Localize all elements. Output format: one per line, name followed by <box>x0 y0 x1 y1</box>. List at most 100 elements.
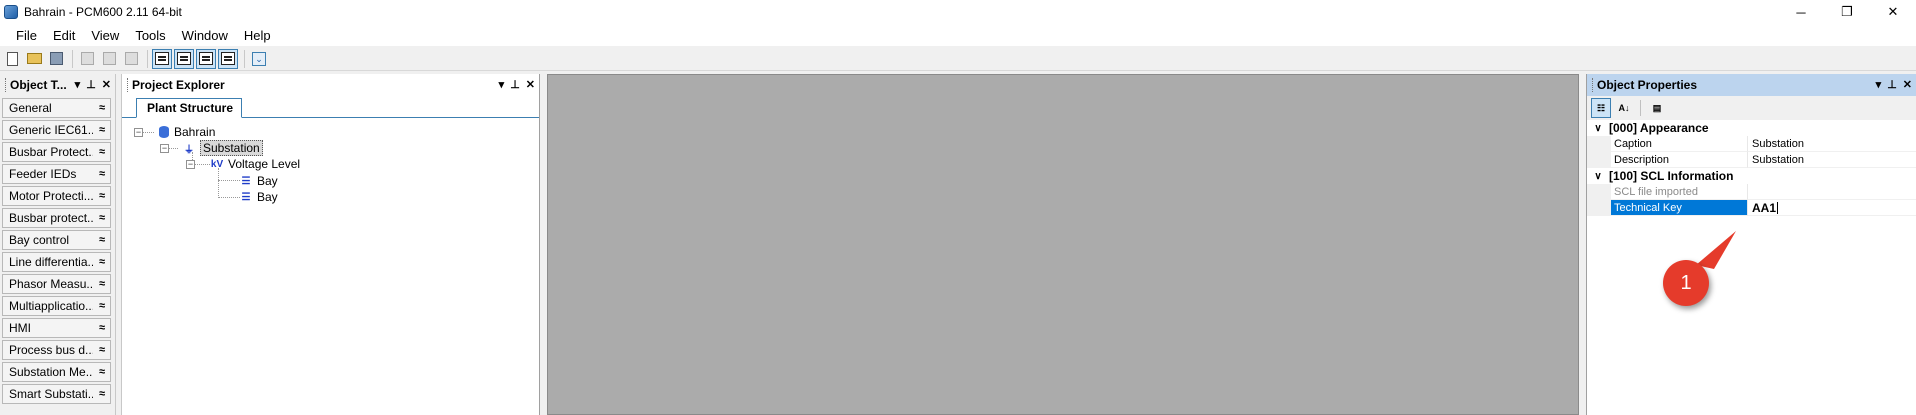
collapse-icon: ≈ <box>98 366 105 378</box>
paste-icon <box>124 52 138 65</box>
pin-icon[interactable]: ⊥ <box>510 78 520 91</box>
object-type-general[interactable]: General ≈ <box>2 98 111 118</box>
save-button[interactable] <box>46 49 66 69</box>
grip-icon <box>127 78 130 92</box>
expand-toolbar-button[interactable]: ⌄ <box>249 49 269 69</box>
object-type-bay-control[interactable]: Bay control ≈ <box>2 230 111 250</box>
menu-edit[interactable]: Edit <box>45 28 83 43</box>
properties-toggle[interactable] <box>196 48 216 69</box>
object-type-busbar-protection[interactable]: Busbar Protect... ≈ <box>2 142 111 162</box>
collapse-toggle[interactable]: − <box>134 127 143 137</box>
grip-icon <box>5 78 8 92</box>
minimize-button[interactable]: ─ <box>1778 0 1824 24</box>
output-toggle[interactable] <box>218 48 238 69</box>
close-button[interactable]: ✕ <box>1870 0 1916 24</box>
toolbar-separator <box>147 49 148 68</box>
collapse-icon: ≈ <box>98 168 105 180</box>
tree-connector <box>218 180 240 181</box>
cut-button[interactable] <box>77 49 97 69</box>
property-pages-button[interactable]: ▤ <box>1647 98 1667 118</box>
tab-plant-structure[interactable]: Plant Structure <box>136 98 243 118</box>
menu-view[interactable]: View <box>83 28 127 43</box>
tree-item-bahrain[interactable]: − Bahrain <box>134 124 215 140</box>
tree-item-substation[interactable]: − ⏚ Substation <box>160 140 263 156</box>
object-type-process-bus[interactable]: Process bus d... ≈ <box>2 340 111 360</box>
close-icon[interactable]: ✕ <box>102 78 111 91</box>
new-document-icon <box>6 51 18 66</box>
menu-window[interactable]: Window <box>174 28 236 43</box>
collapse-icon: ≈ <box>98 344 105 356</box>
plant-structure-toggle[interactable] <box>152 48 172 69</box>
bay-icon: ☰ <box>241 191 251 203</box>
property-value <box>1747 184 1916 200</box>
category-scl-information[interactable]: ∨ [100] SCL Information <box>1587 168 1916 184</box>
collapse-toggle[interactable]: − <box>160 143 169 153</box>
object-type-generic-iec61850[interactable]: Generic IEC61... ≈ <box>2 120 111 140</box>
collapse-icon: ≈ <box>98 234 105 246</box>
tree-item-bay[interactable]: ☰ Bay <box>240 189 278 205</box>
copy-icon <box>102 52 116 65</box>
categorized-button[interactable]: ☷ <box>1591 98 1611 118</box>
dropdown-icon[interactable]: ▾ <box>1876 78 1882 91</box>
pin-icon[interactable]: ⊥ <box>86 78 96 91</box>
tree-item-bay[interactable]: ☰ Bay <box>240 173 278 189</box>
collapse-toggle[interactable]: − <box>186 159 195 169</box>
app-icon <box>4 5 18 19</box>
object-type-feeder-ieds[interactable]: Feeder IEDs ≈ <box>2 164 111 184</box>
pin-icon[interactable]: ⊥ <box>1887 78 1897 91</box>
object-properties-panel: Object Properties ▾ ⊥ ✕ ☷ A↓ ▤ ∨ [000] A… <box>1586 74 1916 415</box>
copy-button[interactable] <box>99 49 119 69</box>
property-row[interactable]: SCL file imported <box>1587 184 1916 200</box>
tree-item-voltage-level[interactable]: − kV Voltage Level <box>186 156 300 172</box>
technical-key-input[interactable]: AA1 <box>1747 200 1916 216</box>
property-name: Caption <box>1611 136 1747 152</box>
categorized-icon: ☷ <box>1596 102 1606 113</box>
toolbar-separator <box>1640 100 1641 116</box>
property-row[interactable]: Description Substation <box>1587 152 1916 168</box>
toolbar-separator <box>72 49 73 68</box>
object-type-hmi[interactable]: HMI ≈ <box>2 318 111 338</box>
close-icon[interactable]: ✕ <box>1903 78 1912 91</box>
project-explorer-header: Project Explorer ▾ ⊥ ✕ <box>122 74 539 96</box>
alphabetical-button[interactable]: A↓ <box>1614 98 1634 118</box>
properties-toolbar: ☷ A↓ ▤ <box>1587 96 1916 120</box>
collapse-icon: ≈ <box>98 322 105 334</box>
property-row-technical-key[interactable]: Technical Key AA1 <box>1587 200 1916 216</box>
tree-view-icon <box>155 52 169 65</box>
category-appearance[interactable]: ∨ [000] Appearance <box>1587 120 1916 136</box>
open-button[interactable] <box>24 49 44 69</box>
object-types-panel: Object T... ▾ ⊥ ✕ General ≈ Generic IEC61… <box>0 74 116 415</box>
toolbar-separator <box>244 49 245 68</box>
property-row[interactable]: Caption Substation <box>1587 136 1916 152</box>
new-button[interactable] <box>2 49 22 69</box>
chevron-down-icon[interactable]: ∨ <box>1587 171 1609 182</box>
database-icon <box>159 126 169 138</box>
object-type-busbar-protect[interactable]: Busbar protect... ≈ <box>2 208 111 228</box>
voltage-level-icon: kV <box>210 158 224 170</box>
chevron-down-icon[interactable]: ∨ <box>1587 123 1609 134</box>
text-caret <box>1777 201 1779 214</box>
object-type-phasor-measurement[interactable]: Phasor Measu... ≈ <box>2 274 111 294</box>
annotation-callout: 1 <box>1663 260 1709 306</box>
property-value[interactable]: Substation <box>1747 152 1916 168</box>
dropdown-icon[interactable]: ▾ <box>75 78 81 91</box>
bay-icon: ☰ <box>241 175 251 187</box>
object-type-substation-merging[interactable]: Substation Me... ≈ <box>2 362 111 382</box>
restore-button[interactable]: ❐ <box>1824 0 1870 24</box>
output-window-icon <box>221 52 235 65</box>
object-type-smart-substation[interactable]: Smart Substati... ≈ <box>2 384 111 404</box>
object-type-motor-protection[interactable]: Motor Protecti... ≈ <box>2 186 111 206</box>
paste-button[interactable] <box>121 49 141 69</box>
dropdown-icon[interactable]: ▾ <box>499 78 505 91</box>
property-name: Description <box>1611 152 1747 168</box>
object-type-multiapplication[interactable]: Multiapplicatio... ≈ <box>2 296 111 316</box>
object-types-toggle[interactable] <box>174 48 194 69</box>
close-icon[interactable]: ✕ <box>526 78 535 91</box>
menu-help[interactable]: Help <box>236 28 279 43</box>
menu-file[interactable]: File <box>8 28 45 43</box>
property-value[interactable]: Substation <box>1747 136 1916 152</box>
object-type-line-differential[interactable]: Line differentia... ≈ <box>2 252 111 272</box>
chevron-down-icon: ⌄ <box>252 51 266 66</box>
document-area <box>547 74 1579 415</box>
menu-tools[interactable]: Tools <box>127 28 173 43</box>
